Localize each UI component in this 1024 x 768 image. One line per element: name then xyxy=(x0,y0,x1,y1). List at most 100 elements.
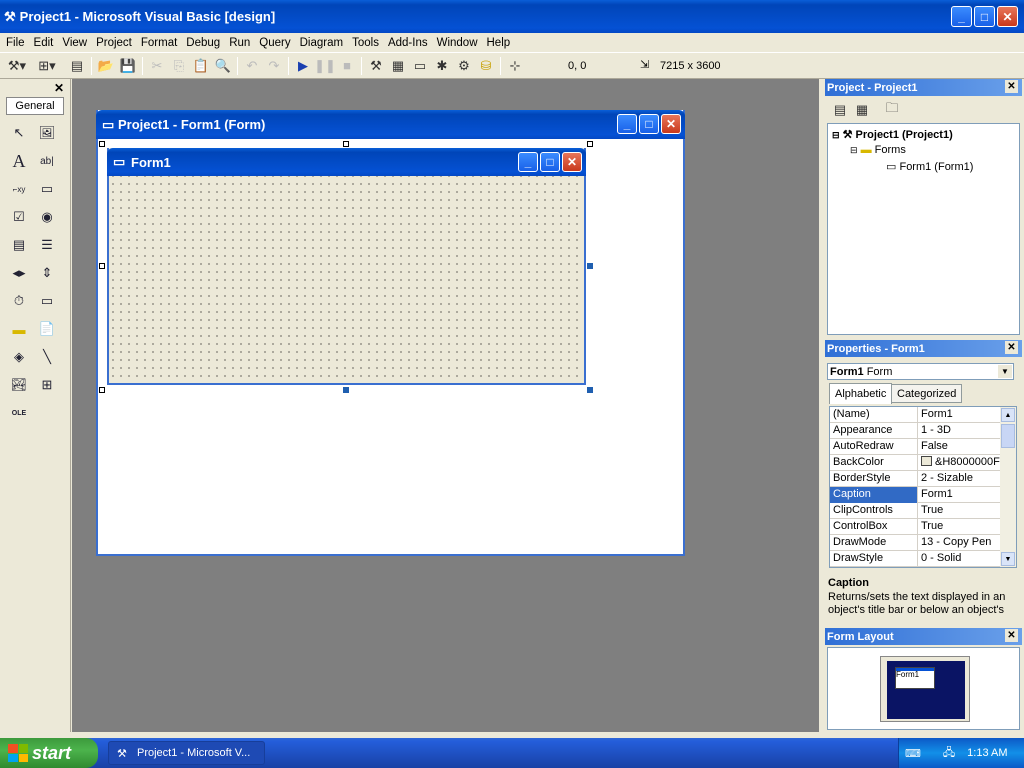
view-object-icon[interactable]: ▦ xyxy=(851,100,873,120)
toolbox-close-icon[interactable]: ✕ xyxy=(54,81,64,95)
end-icon[interactable]: ■ xyxy=(336,56,358,76)
taskbar-vb-button[interactable]: ⚒ Project1 - Microsoft V... xyxy=(108,741,265,765)
project-close-icon[interactable]: ✕ xyxy=(1005,80,1018,93)
designer-minimize-button[interactable]: _ xyxy=(617,114,637,134)
cut-icon[interactable]: ✂ xyxy=(146,56,168,76)
menu-project[interactable]: Project xyxy=(96,37,132,49)
menu-window[interactable]: Window xyxy=(437,37,478,49)
menu-run[interactable]: Run xyxy=(229,37,250,49)
hscrollbar-tool-icon[interactable]: ◂▸ xyxy=(8,262,30,284)
resize-handle-br[interactable] xyxy=(587,387,593,393)
menu-format[interactable]: Format xyxy=(141,37,177,49)
shape-tool-icon[interactable]: ◈ xyxy=(8,346,30,368)
tab-alphabetic[interactable]: Alphabetic xyxy=(829,383,893,404)
collapse-icon[interactable]: ⊟ xyxy=(850,145,858,155)
form-designer-titlebar[interactable]: ▭ Project1 - Form1 (Form) _ □ ✕ xyxy=(96,110,685,139)
form-layout-mini-form[interactable]: Form1 xyxy=(895,667,935,689)
label-tool-icon[interactable]: A xyxy=(8,150,30,172)
property-row[interactable]: Appearance 1 - 3D xyxy=(830,423,1000,439)
image-tool-icon[interactable]: 🏞 xyxy=(8,374,30,396)
drivelistbox-tool-icon[interactable]: ▭ xyxy=(36,290,58,312)
tab-categorized[interactable]: Categorized xyxy=(891,384,963,403)
project-explorer-icon[interactable]: ⚒ xyxy=(365,56,387,76)
designer-close-button[interactable]: ✕ xyxy=(661,114,681,134)
tree-project-root[interactable]: ⊟ ⚒ Project1 (Project1) xyxy=(832,128,953,141)
menu-file[interactable]: File xyxy=(6,37,25,49)
combobox-tool-icon[interactable]: ▤ xyxy=(8,234,30,256)
menu-edit[interactable]: Edit xyxy=(34,37,54,49)
line-tool-icon[interactable]: ╲ xyxy=(36,346,58,368)
menu-query[interactable]: Query xyxy=(259,37,290,49)
collapse-icon[interactable]: ⊟ xyxy=(832,130,840,140)
property-row-selected[interactable]: Caption Form1 xyxy=(830,487,1000,503)
add-form-icon[interactable]: ⊞▾ xyxy=(36,56,58,76)
form1-design-surface[interactable]: ▭ Form1 _ □ ✕ xyxy=(107,148,586,385)
data-tool-icon[interactable]: ⊞ xyxy=(36,374,58,396)
maximize-button[interactable]: □ xyxy=(974,6,995,27)
break-icon[interactable]: ❚❚ xyxy=(314,56,336,76)
scroll-down-icon[interactable]: ▼ xyxy=(1001,552,1015,566)
resize-handle-bc[interactable] xyxy=(343,387,349,393)
property-row[interactable]: DrawStyle 0 - Solid xyxy=(830,551,1000,567)
picturebox-tool-icon[interactable]: 🖼 xyxy=(36,122,58,144)
tree-form1-item[interactable]: ▭ Form1 (Form1) xyxy=(886,160,973,173)
tree-forms-folder[interactable]: ⊟ ▬ Forms xyxy=(850,144,906,156)
menu-tools[interactable]: Tools xyxy=(352,37,379,49)
menu-help[interactable]: Help xyxy=(487,37,511,49)
form-layout-close-icon[interactable]: ✕ xyxy=(1005,629,1018,642)
designer-maximize-button[interactable]: □ xyxy=(639,114,659,134)
property-row[interactable]: BorderStyle 2 - Sizable xyxy=(830,471,1000,487)
data-view-icon[interactable]: ⛁ xyxy=(475,56,497,76)
form-layout-icon[interactable]: ▭ xyxy=(409,56,431,76)
properties-window-icon[interactable]: ▦ xyxy=(387,56,409,76)
copy-icon[interactable]: ⎘ xyxy=(168,56,190,76)
find-icon[interactable]: 🔍 xyxy=(212,56,234,76)
scroll-up-icon[interactable]: ▲ xyxy=(1001,408,1015,422)
property-row[interactable]: ControlBox True xyxy=(830,519,1000,535)
close-button[interactable]: ✕ xyxy=(997,6,1018,27)
textbox-tool-icon[interactable]: ab| xyxy=(36,150,58,172)
start-icon[interactable]: ▶ xyxy=(292,56,314,76)
optionbutton-tool-icon[interactable]: ◉ xyxy=(36,206,58,228)
open-icon[interactable]: 📂 xyxy=(95,56,117,76)
property-row[interactable]: ClipControls True xyxy=(830,503,1000,519)
keyboard-icon[interactable]: ⌨ xyxy=(905,747,921,760)
paste-icon[interactable]: 📋 xyxy=(190,56,212,76)
save-icon[interactable]: 💾 xyxy=(117,56,139,76)
redo-icon[interactable]: ↷ xyxy=(263,56,285,76)
pointer-tool-icon[interactable]: ↖ xyxy=(8,122,30,144)
clock[interactable]: 1:13 AM xyxy=(967,747,1007,759)
checkbox-tool-icon[interactable]: ☑ xyxy=(8,206,30,228)
dirlistbox-tool-icon[interactable]: ▬ xyxy=(8,318,30,340)
start-button[interactable]: start xyxy=(0,738,98,768)
property-row[interactable]: (Name) Form1 xyxy=(830,407,1000,423)
add-project-icon[interactable]: ⚒▾ xyxy=(6,56,28,76)
property-row[interactable]: AutoRedraw False xyxy=(830,439,1000,455)
object-browser-icon[interactable]: ✱ xyxy=(431,56,453,76)
menu-addins[interactable]: Add-Ins xyxy=(388,37,428,49)
properties-close-icon[interactable]: ✕ xyxy=(1005,341,1018,354)
filelistbox-tool-icon[interactable]: 📄 xyxy=(36,318,58,340)
menu-debug[interactable]: Debug xyxy=(186,37,220,49)
menu-view[interactable]: View xyxy=(62,37,87,49)
property-row[interactable]: BackColor &H8000000F xyxy=(830,455,1000,471)
ole-tool-icon[interactable]: OLE xyxy=(8,402,30,424)
listbox-tool-icon[interactable]: ☰ xyxy=(36,234,58,256)
vscrollbar-tool-icon[interactable]: ⇕ xyxy=(36,262,58,284)
toggle-folders-icon[interactable]: 🗀 xyxy=(881,100,903,120)
chevron-down-icon[interactable]: ▼ xyxy=(998,365,1012,378)
view-code-icon[interactable]: ▤ xyxy=(829,100,851,120)
scroll-thumb[interactable] xyxy=(1001,424,1015,448)
property-grid-scrollbar[interactable]: ▲ ▼ xyxy=(1000,407,1016,567)
menu-diagram[interactable]: Diagram xyxy=(300,37,343,49)
menu-editor-icon[interactable]: ▤ xyxy=(66,56,88,76)
undo-icon[interactable]: ↶ xyxy=(241,56,263,76)
resize-handle-mr[interactable] xyxy=(587,263,593,269)
form1-titlebar[interactable]: ▭ Form1 _ □ ✕ xyxy=(107,148,586,176)
network-icon[interactable]: 🖧 xyxy=(943,744,955,763)
object-select[interactable]: Form1 Form ▼ xyxy=(827,363,1014,380)
minimize-button[interactable]: _ xyxy=(951,6,972,27)
window-titlebar[interactable]: ⚒ Project1 - Microsoft Visual Basic [des… xyxy=(0,0,1024,33)
property-row[interactable]: DrawMode 13 - Copy Pen xyxy=(830,535,1000,551)
toolbox-icon[interactable]: ⚙ xyxy=(453,56,475,76)
